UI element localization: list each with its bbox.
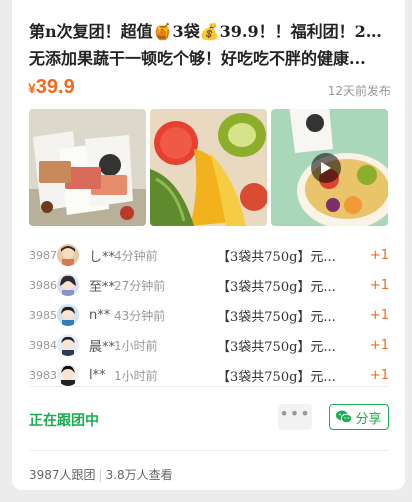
currency-symbol: ¥	[28, 80, 36, 96]
order-row[interactable]: 3985 n** 43分钟前 【3袋共750g】元... +1	[29, 300, 389, 330]
share-label: 分享	[355, 411, 382, 427]
avatar[interactable]	[57, 364, 79, 386]
product-photo-bags[interactable]	[29, 109, 146, 226]
order-row[interactable]: 3984 晨** 1小时前 【3袋共750g】元... +1	[29, 330, 389, 360]
avatar[interactable]	[57, 244, 79, 266]
order-time: 1小时前	[114, 368, 158, 383]
user-name: 晨**	[89, 339, 116, 355]
order-product: 【3袋共750g】元...	[217, 249, 336, 265]
followers-count: 3987人跟团	[29, 468, 96, 482]
order-row[interactable]: 3987 し** 4分钟前 【3袋共750g】元... +1	[29, 240, 389, 270]
title-line-2: 无添加果蔬干一顿吃个够！好吃吃不胖的健康...	[29, 49, 366, 68]
views-count: 3.8万人查看	[105, 468, 173, 482]
avatar[interactable]	[57, 274, 79, 296]
order-number: 3987	[29, 248, 57, 262]
order-number: 3983	[29, 368, 57, 382]
avatar[interactable]	[57, 334, 79, 356]
order-product: 【3袋共750g】元...	[217, 369, 336, 385]
order-quantity: +1	[369, 337, 389, 353]
divider	[29, 386, 389, 387]
order-product: 【3袋共750g】元...	[217, 309, 336, 325]
order-time: 43分钟前	[114, 308, 166, 323]
order-quantity: +1	[369, 247, 389, 263]
title-line-1: 第n次复团！超值🍯3袋💰39.9！！福利团！20种	[29, 22, 389, 41]
user-name: し**	[89, 249, 116, 265]
post-title[interactable]: 第n次复团！超值🍯3袋💰39.9！！福利团！20种 无添加果蔬干一顿吃个够！好吃…	[29, 18, 389, 72]
order-quantity: +1	[369, 367, 389, 383]
order-row[interactable]: 3986 至** 27分钟前 【3袋共750g】元... +1	[29, 270, 389, 300]
order-product: 【3袋共750g】元...	[217, 279, 336, 295]
order-quantity: +1	[369, 277, 389, 293]
order-quantity: +1	[369, 307, 389, 323]
order-time: 4分钟前	[114, 248, 158, 263]
user-name: 至**	[89, 279, 116, 295]
avatar[interactable]	[57, 304, 79, 326]
product-photo-fruit-chips[interactable]	[150, 109, 267, 226]
post-stats: 3987人跟团 | 3.8万人查看	[29, 466, 173, 483]
price: ¥39.9	[28, 76, 75, 99]
posted-time: 12天前发布	[327, 84, 391, 98]
order-number: 3984	[29, 338, 57, 352]
order-list: 3987 し** 4分钟前 【3袋共750g】元... +1 3986 至** …	[29, 240, 389, 390]
group-buy-card[interactable]: 第n次复团！超值🍯3袋💰39.9！！福利团！20种 无添加果蔬干一顿吃个够！好吃…	[12, 0, 405, 490]
photo-strip	[29, 109, 389, 226]
order-time: 27分钟前	[114, 278, 166, 293]
share-button[interactable]: 分享	[329, 404, 389, 430]
wechat-icon	[336, 410, 353, 424]
separator: |	[98, 468, 103, 482]
order-product: 【3袋共750g】元...	[217, 339, 336, 355]
play-icon[interactable]	[311, 153, 341, 183]
following-status[interactable]: 正在跟团中	[29, 410, 99, 430]
more-button[interactable]: •••	[278, 404, 312, 430]
divider	[29, 450, 389, 451]
price-value: 39.9	[35, 76, 75, 98]
order-number: 3986	[29, 278, 57, 292]
user-name: n**	[89, 307, 111, 323]
order-time: 1小时前	[114, 338, 158, 353]
user-name: l**	[89, 367, 106, 383]
order-number: 3985	[29, 308, 57, 322]
